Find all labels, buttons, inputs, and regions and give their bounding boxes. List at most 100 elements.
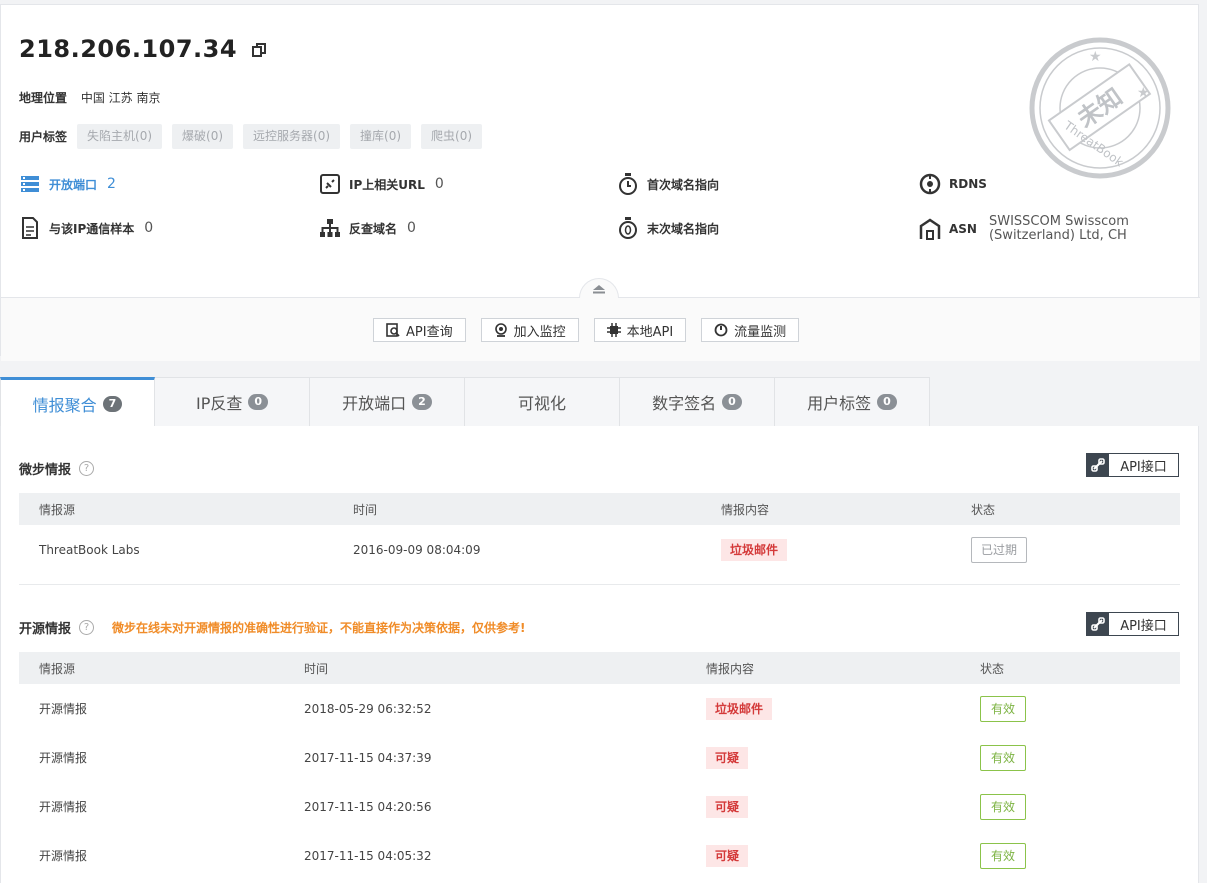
weibu-intel-table: 情报源 时间 情报内容 状态 ThreatBook Labs 2016-09-0… xyxy=(19,493,1180,574)
help-icon[interactable]: ? xyxy=(79,461,95,476)
traffic-monitor-button[interactable]: 流量监测 xyxy=(701,318,800,342)
hierarchy-icon xyxy=(319,217,341,239)
api-search-icon xyxy=(386,323,400,337)
row-time: 2017-11-15 04:05:32 xyxy=(304,848,432,863)
threat-type-badge: 垃圾邮件 xyxy=(721,538,788,561)
tag-credential-stuffing[interactable]: 撞库(0) xyxy=(350,124,412,149)
tag-compromised-host[interactable]: 失陷主机(0) xyxy=(77,124,163,149)
api-query-label: API查询 xyxy=(406,324,453,340)
user-tags: 用户标签 失陷主机(0) 爆破(0) 远控服务器(0) 撞库(0) 爬虫(0) xyxy=(19,124,492,149)
col-source: 情报源 xyxy=(19,652,284,684)
tab-count-badge: 2 xyxy=(412,394,432,410)
col-content: 情报内容 xyxy=(701,493,951,525)
tab-content: 微步情报? API接口 情报源 时间 情报内容 状态 ThreatBook La… xyxy=(0,426,1199,883)
tag-brute-force[interactable]: 爆破(0) xyxy=(172,124,234,149)
samples-label: 与该IP通信样本 xyxy=(49,221,135,236)
col-source: 情报源 xyxy=(19,493,333,525)
table-row: 开源情报 2017-11-15 04:05:32 可疑 有效 xyxy=(19,831,1180,880)
tab-count-badge: 7 xyxy=(102,395,123,412)
col-time: 时间 xyxy=(284,652,686,684)
stopwatch-zero-icon xyxy=(617,217,639,239)
copy-icon[interactable] xyxy=(251,43,266,57)
tag-c2-server[interactable]: 远控服务器(0) xyxy=(243,124,341,149)
document-icon xyxy=(19,217,41,239)
open-ports-value: 2 xyxy=(107,176,116,192)
row-source: 开源情报 xyxy=(39,849,88,863)
tab-ip-reverse[interactable]: IP反查 0 xyxy=(155,377,310,427)
rdns-item: RDNS xyxy=(919,173,987,195)
opensource-intel-table: 情报源 时间 情报内容 状态 开源情报 2018-05-29 06:32:52 … xyxy=(19,652,1180,880)
geo-location: 地理位置 中国 江苏 南京 xyxy=(19,89,160,106)
url-icon xyxy=(319,173,341,195)
help-icon[interactable]: ? xyxy=(79,620,95,635)
row-time: 2017-11-15 04:37:39 xyxy=(304,750,432,765)
tab-count-badge: 0 xyxy=(877,394,897,410)
col-status: 状态 xyxy=(960,652,1180,684)
status-badge: 已过期 xyxy=(971,536,1028,563)
samples-item: 与该IP通信样本 0 xyxy=(19,217,153,239)
related-url-value: 0 xyxy=(434,176,444,192)
opensource-api-button[interactable]: API接口 xyxy=(1086,612,1179,636)
tab-count-badge: 0 xyxy=(248,394,269,410)
tab-open-ports[interactable]: 开放端口 2 xyxy=(310,377,465,427)
asn-label: ASN xyxy=(949,222,977,236)
threat-type-badge: 可疑 xyxy=(706,795,749,818)
local-api-label: 本地API xyxy=(626,324,674,340)
collapse-toggle[interactable] xyxy=(579,278,619,298)
asn-value: SWISSCOM Swisscom (Switzerland) Ltd, CH xyxy=(988,214,1129,243)
row-source: 开源情报 xyxy=(39,702,88,716)
col-status: 状态 xyxy=(951,493,1180,525)
samples-value: 0 xyxy=(144,220,154,236)
tag-crawler[interactable]: 爬虫(0) xyxy=(421,124,483,149)
asn-item: ASN SWISSCOM Swisscom (Switzerland) Ltd,… xyxy=(919,215,1184,243)
tab-digital-signature[interactable]: 数字签名 0 xyxy=(620,377,775,427)
open-ports-label: 开放端口 xyxy=(49,177,98,192)
svg-text:★: ★ xyxy=(1137,85,1150,101)
stopwatch-icon xyxy=(617,173,639,195)
action-bar: API查询 加入监控 本地API 流量监测 xyxy=(1,278,1200,361)
row-time: 2017-11-15 04:20:56 xyxy=(304,799,432,814)
reverse-domain-item: 反查域名 0 xyxy=(319,217,416,239)
link-icon xyxy=(1087,613,1109,635)
building-icon xyxy=(919,218,941,240)
rdns-label: RDNS xyxy=(949,177,987,191)
ip-summary-card: 218.206.107.34 地理位置 中国 江苏 南京 用户标签 失陷主机(0… xyxy=(0,4,1200,361)
last-domain-item: 末次域名指向 xyxy=(617,217,719,239)
chip-icon xyxy=(606,323,621,337)
collapse-up-icon xyxy=(593,284,605,293)
link-icon xyxy=(1087,454,1109,476)
table-row: 开源情报 2017-11-15 04:37:39 可疑 有效 xyxy=(19,733,1180,782)
row-time: 2018-05-29 06:32:52 xyxy=(304,701,432,716)
gauge-icon xyxy=(714,323,728,337)
add-monitor-label: 加入监控 xyxy=(513,324,566,340)
local-api-button[interactable]: 本地API xyxy=(593,318,687,342)
svg-text:★: ★ xyxy=(1089,49,1102,65)
col-time: 时间 xyxy=(333,493,701,525)
tab-count-badge: 0 xyxy=(722,394,742,410)
geo-value: 中国 江苏 南京 xyxy=(80,91,161,105)
api-query-button[interactable]: API查询 xyxy=(373,318,466,342)
rdns-icon xyxy=(919,173,941,195)
opensource-intel-title: 开源情报? 微步在线未对开源情报的准确性进行验证，不能直接作为决策依据，仅供参考… xyxy=(19,620,526,637)
table-row: ThreatBook Labs 2016-09-09 08:04:09 垃圾邮件… xyxy=(19,525,1180,574)
threat-type-badge: 可疑 xyxy=(706,844,749,867)
tab-user-tags[interactable]: 用户标签 0 xyxy=(775,377,930,427)
server-icon xyxy=(19,173,41,195)
tab-bar: 情报聚合 7 IP反查 0 开放端口 2 可视化 数字签名 0 用户标签 0 xyxy=(0,377,930,427)
section-divider xyxy=(19,584,1180,585)
unknown-verdict-stamp: 未知 ThreatBook ★ ★ xyxy=(1029,37,1171,179)
tab-intel-aggregation[interactable]: 情报聚合 7 xyxy=(0,377,155,427)
open-ports-link[interactable]: 开放端口 2 xyxy=(19,173,116,195)
row-source: ThreatBook Labs xyxy=(39,542,140,557)
weibu-api-button[interactable]: API接口 xyxy=(1086,453,1179,477)
first-domain-label: 首次域名指向 xyxy=(647,177,720,192)
webcam-icon xyxy=(494,323,507,337)
tab-visualization[interactable]: 可视化 xyxy=(465,377,620,427)
last-domain-label: 末次域名指向 xyxy=(647,221,720,236)
row-time: 2016-09-09 08:04:09 xyxy=(353,542,481,557)
ip-title: 218.206.107.34 xyxy=(19,35,266,63)
opensource-warning: 微步在线未对开源情报的准确性进行验证，不能直接作为决策依据，仅供参考! xyxy=(112,621,526,635)
add-monitor-button[interactable]: 加入监控 xyxy=(480,318,579,342)
status-badge: 有效 xyxy=(980,744,1027,771)
reverse-domain-label: 反查域名 xyxy=(349,221,398,236)
